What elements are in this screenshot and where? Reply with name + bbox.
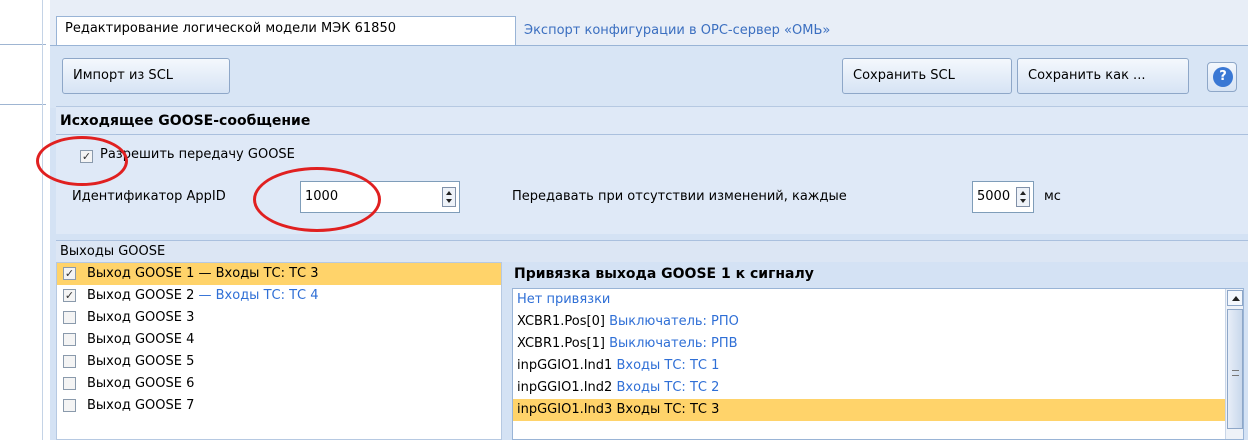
toolbar: Импорт из SCL Сохранить SCL Сохранить ка… <box>50 46 1248 108</box>
interval-label: Передавать при отсутствии изменений, каж… <box>512 189 847 204</box>
save-scl-button[interactable]: Сохранить SCL <box>842 58 1012 94</box>
list-item[interactable]: ✓ Выход GOOSE 2 — Входы ТС: ТС 4 <box>57 285 501 307</box>
splitter[interactable] <box>42 0 43 440</box>
save-as-button[interactable]: Сохранить как ... <box>1017 58 1189 94</box>
output-label: Выход GOOSE 6 <box>87 376 195 391</box>
output-binding: — Входы ТС: ТС 3 <box>194 266 319 281</box>
output-label: Выход GOOSE 7 <box>87 398 195 413</box>
output-label: Выход GOOSE 1 <box>87 266 195 281</box>
enable-goose-label[interactable]: Разрешить передачу GOOSE <box>100 147 295 162</box>
signal-ref: XCBR1.Pos[0] <box>517 314 605 329</box>
output-label: Выход GOOSE 5 <box>87 354 195 369</box>
scroll-thumb[interactable] <box>1227 309 1243 429</box>
signal-ref: inpGGIO1.Ind2 <box>517 380 613 395</box>
binding-title: Привязка выхода GOOSE 1 к сигналу <box>514 266 814 282</box>
interval-spinbox[interactable]: 5000 <box>972 181 1034 213</box>
list-item[interactable]: Нет привязки <box>513 289 1225 311</box>
main-area: Редактирование логической модели МЭК 618… <box>50 0 1248 440</box>
goose-outputs-list[interactable]: ✓ Выход GOOSE 1 — Входы ТС: ТС 3 ✓ Выход… <box>56 262 502 440</box>
output-checkbox[interactable] <box>63 377 76 390</box>
divider <box>0 104 46 105</box>
help-icon: ? <box>1213 67 1233 87</box>
output-checkbox[interactable] <box>63 333 76 346</box>
signal-desc: Выключатель: РПО <box>609 314 739 329</box>
tab-bar: Редактирование логической модели МЭК 618… <box>50 0 1248 46</box>
goose-outputs-title: Выходы GOOSE <box>60 244 166 259</box>
divider <box>56 134 1248 135</box>
output-checkbox[interactable]: ✓ <box>63 289 76 302</box>
signal-ref: inpGGIO1.Ind1 <box>517 358 613 373</box>
help-button[interactable]: ? <box>1207 62 1237 92</box>
signal-ref: inpGGIO1.Ind3 <box>517 402 613 417</box>
list-item[interactable]: inpGGIO1.Ind1 Входы ТС: ТС 1 <box>513 355 1225 377</box>
appid-label: Идентификатор AppID <box>72 189 226 204</box>
output-label: Выход GOOSE 3 <box>87 310 195 325</box>
tab-opc-export[interactable]: Экспорт конфигурации в OPC-сервер «ОМЬ» <box>516 19 838 46</box>
output-label: Выход GOOSE 2 <box>87 288 195 303</box>
import-scl-button[interactable]: Импорт из SCL <box>62 58 230 94</box>
list-item[interactable]: Выход GOOSE 5 <box>57 351 501 373</box>
tab-iec61850-model[interactable]: Редактирование логической модели МЭК 618… <box>56 16 516 46</box>
signal-ref: XCBR1.Pos[1] <box>517 336 605 351</box>
list-item[interactable]: XCBR1.Pos[0] Выключатель: РПО <box>513 311 1225 333</box>
list-item[interactable]: Выход GOOSE 6 <box>57 373 501 395</box>
scroll-up-icon[interactable] <box>1227 290 1243 306</box>
output-checkbox[interactable] <box>63 311 76 324</box>
annotation-circle <box>36 136 128 186</box>
interval-value[interactable]: 5000 <box>977 189 1010 204</box>
section-title: Исходящее GOOSE-сообщение <box>60 113 311 129</box>
list-item[interactable]: Выход GOOSE 7 <box>57 395 501 417</box>
left-panel <box>0 0 46 440</box>
signal-desc: Входы ТС: ТС 2 <box>616 380 720 395</box>
vertical-scrollbar[interactable] <box>1225 289 1243 439</box>
output-label: Выход GOOSE 4 <box>87 332 195 347</box>
spin-arrows-icon[interactable] <box>1016 187 1030 207</box>
output-binding: — Входы ТС: ТС 4 <box>194 288 319 303</box>
list-item[interactable]: ✓ Выход GOOSE 1 — Входы ТС: ТС 3 <box>57 263 501 285</box>
goose-outputs-header: Выходы GOOSE <box>56 240 1248 262</box>
list-item[interactable]: Выход GOOSE 4 <box>57 329 501 351</box>
signal-desc: Входы ТС: ТС 1 <box>616 358 720 373</box>
divider <box>0 44 46 45</box>
signal-desc: Выключатель: РПВ <box>609 336 738 351</box>
list-item[interactable]: XCBR1.Pos[1] Выключатель: РПВ <box>513 333 1225 355</box>
list-item[interactable]: Выход GOOSE 3 <box>57 307 501 329</box>
list-item[interactable]: inpGGIO1.Ind3 Входы ТС: ТС 3 <box>513 399 1225 421</box>
goose-outgoing-panel: Исходящее GOOSE-сообщение ✓ Разрешить пе… <box>56 106 1248 234</box>
annotation-circle <box>253 167 381 232</box>
signal-desc: Входы ТС: ТС 3 <box>616 402 720 417</box>
spin-arrows-icon[interactable] <box>442 187 456 207</box>
output-checkbox[interactable] <box>63 399 76 412</box>
output-checkbox[interactable]: ✓ <box>63 267 76 280</box>
list-item[interactable]: inpGGIO1.Ind2 Входы ТС: ТС 2 <box>513 377 1225 399</box>
interval-unit: мс <box>1044 189 1061 204</box>
signal-binding-list[interactable]: Нет привязки XCBR1.Pos[0] Выключатель: Р… <box>512 288 1244 440</box>
signal-desc: Нет привязки <box>517 292 611 307</box>
output-checkbox[interactable] <box>63 355 76 368</box>
